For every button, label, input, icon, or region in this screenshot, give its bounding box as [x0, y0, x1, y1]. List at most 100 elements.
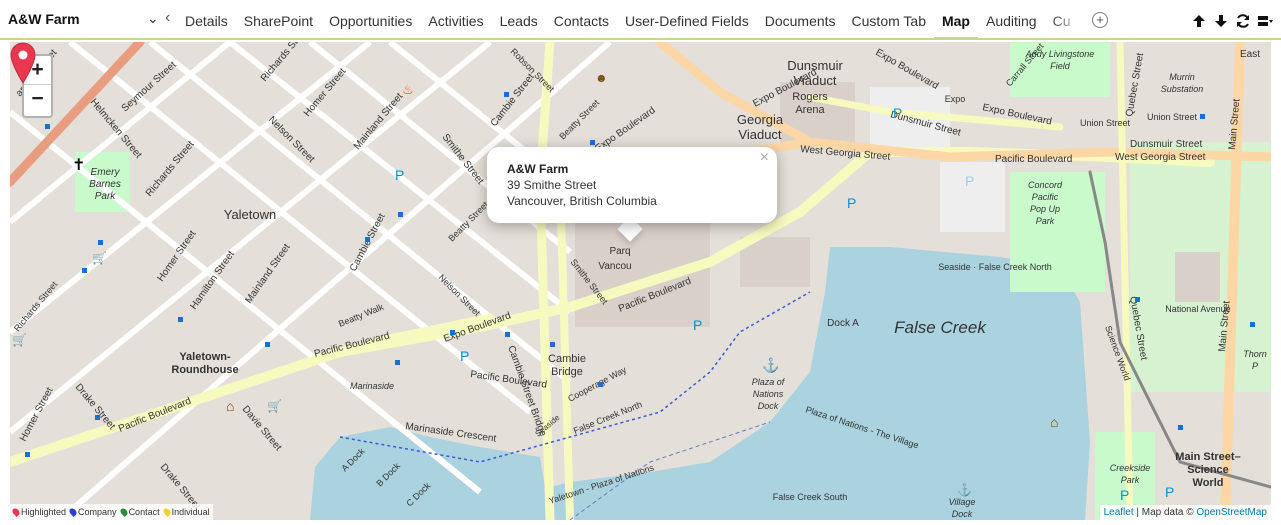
label-main-science-world: Main Street–	[1175, 451, 1240, 463]
label-pacific-blvd-2: Pacific Boulevard	[470, 369, 548, 391]
label-yaletown: Yaletown	[224, 207, 277, 222]
pin-icon	[118, 507, 129, 517]
label-pacific-blvd-4: Pacific Boulevard	[995, 154, 1072, 165]
tab-activities[interactable]: Activities	[420, 0, 491, 40]
anchor-icon: ⚓	[762, 357, 779, 374]
label-village-dock: Village	[949, 497, 976, 507]
tab-contacts[interactable]: Contacts	[546, 0, 617, 40]
park-concord	[1010, 172, 1105, 292]
tab-details[interactable]: Details	[177, 0, 236, 40]
label-emery-barnes: Emery	[91, 167, 121, 178]
label-expo: Expo	[945, 94, 966, 104]
theatre-icon: ☻	[595, 71, 608, 85]
label-creekside: Creekside	[1110, 463, 1151, 473]
label-expo-blvd-4: Expo Boulevard	[874, 47, 941, 92]
arrow-down-icon[interactable]	[1213, 13, 1229, 29]
popup-city: Vancouver, British Columbia	[507, 194, 657, 208]
legend-item-contact: Contact	[118, 507, 160, 517]
label-false-creek-north: False Creek North	[572, 399, 643, 436]
arrow-up-icon[interactable]	[1191, 13, 1207, 29]
label-plaza-of-nations: Plaza of	[752, 377, 786, 387]
label-yaletown-roundhouse: Yaletown-	[179, 351, 231, 363]
parking-icon: P	[693, 317, 702, 333]
add-tab-button[interactable]: +	[1092, 12, 1108, 28]
chevron-down-icon[interactable]: ⌄	[147, 10, 159, 27]
label-mainland-st-1: Mainland Street	[243, 242, 292, 306]
app-window: A&W Farm ⌄ ‹ Details SharePoint Opportun…	[0, 0, 1281, 525]
layout-icon[interactable]	[1257, 13, 1273, 29]
label-concord-2: Pacific	[1032, 192, 1059, 202]
map-attribution: Leaflet | Map data © OpenStreetMap	[1099, 505, 1271, 520]
label-dock-a: Dock A	[827, 318, 859, 329]
map-tiles: Dunsmuir Viaduct Georgia Viaduct Rogers …	[10, 42, 1271, 520]
label-nelson-st-2: Nelson Street	[437, 272, 483, 318]
tab-custom-tab[interactable]: Custom Tab	[844, 0, 934, 40]
label-parq: Parq	[609, 246, 630, 257]
church-icon: ✝	[72, 157, 85, 174]
label-union-street-2: Union Street	[1147, 112, 1198, 122]
tab-auditing[interactable]: Auditing	[978, 0, 1045, 40]
label-union-street: Union Street	[1080, 118, 1131, 128]
record-header: A&W Farm ⌄ ‹ Details SharePoint Opportun…	[0, 0, 1281, 40]
label-murrin-2: Substation	[1161, 84, 1204, 94]
label-main-science-world-3: World	[1193, 477, 1224, 489]
legend-item-company: Company	[68, 507, 117, 517]
parking-icon: P	[893, 105, 902, 121]
label-false-creek-south: False Creek South	[773, 492, 848, 502]
label-beatty-st-2: Beatty Street	[557, 97, 601, 141]
tab-user-defined-fields[interactable]: User-Defined Fields	[617, 0, 757, 40]
anchor-icon-2: ⚓	[957, 483, 972, 497]
label-false-creek: False Creek	[894, 318, 987, 337]
label-drake-st-1: Drake Street	[73, 382, 118, 432]
map-marker-icon[interactable]	[10, 42, 36, 84]
label-rogers-arena: Rogers	[792, 91, 828, 103]
pin-icon	[68, 507, 78, 517]
fire-station-icon: ♨	[402, 82, 414, 97]
label-beatty-walk: Beatty Walk	[337, 302, 385, 329]
tab-map[interactable]: Map	[933, 0, 978, 40]
popup-title: A&W Farm	[507, 162, 569, 176]
label-west-georgia-2: West Georgia Street	[1115, 152, 1206, 163]
parking-icon: P	[1120, 487, 1129, 503]
tab-leads[interactable]: Leads	[492, 0, 546, 40]
legend-item-individual: Individual	[161, 507, 210, 517]
tab-scroll-left-icon[interactable]: ‹	[165, 9, 170, 27]
pin-icon	[11, 507, 21, 517]
label-cambie-bridge: Cambie	[548, 353, 586, 365]
pin-icon	[161, 507, 172, 517]
tab-sharepoint[interactable]: SharePoint	[236, 0, 321, 40]
label-cambie-st-2: Cambie Street	[489, 72, 537, 129]
label-rogers-arena-2: Arena	[795, 104, 825, 116]
label-parq-2: Vancou	[598, 261, 631, 272]
label-plaza-of-nations-3: Dock	[758, 401, 779, 411]
openstreetmap-link[interactable]: OpenStreetMap	[1196, 507, 1267, 518]
label-concord-4: Park	[1036, 216, 1055, 226]
parking-icon: P	[460, 348, 469, 364]
label-creekside-2: Park	[1121, 475, 1140, 485]
label-dunsmuir-st-2: Dunsmuir Street	[1130, 139, 1202, 150]
label-yaletown-roundhouse-2: Roundhouse	[171, 364, 238, 376]
label-concord: Concord	[1028, 180, 1063, 190]
refresh-icon[interactable]	[1235, 13, 1251, 29]
museum-icon: ⌂	[226, 398, 234, 414]
label-georgia-viaduct-2: Viaduct	[738, 127, 782, 142]
close-icon[interactable]: ×	[760, 149, 769, 167]
label-emery-barnes-3: Park	[95, 191, 117, 202]
label-emery-barnes-2: Barnes	[89, 179, 121, 190]
tab-opportunities[interactable]: Opportunities	[321, 0, 420, 40]
zoom-out-button[interactable]: −	[24, 85, 51, 114]
parking-icon: P	[847, 195, 856, 211]
leaflet-link[interactable]: Leaflet	[1104, 507, 1134, 518]
attribution-text: | Map data ©	[1136, 507, 1194, 518]
tab-documents[interactable]: Documents	[757, 0, 844, 40]
label-quebec-st-2: Quebec Street	[1124, 52, 1146, 118]
tab-strip-fade	[1050, 0, 1085, 38]
building-block-2	[1175, 252, 1220, 302]
map-viewport[interactable]: Dunsmuir Viaduct Georgia Viaduct Rogers …	[10, 42, 1271, 520]
record-title: A&W Farm	[8, 11, 80, 27]
label-murrin: Murrin	[1169, 72, 1195, 82]
toolbar	[1191, 13, 1273, 29]
label-thorn: Thorn	[1243, 349, 1267, 359]
label-richards-st-2: Richards Street	[259, 42, 312, 84]
label-village-dock-2: Dock	[952, 509, 973, 519]
